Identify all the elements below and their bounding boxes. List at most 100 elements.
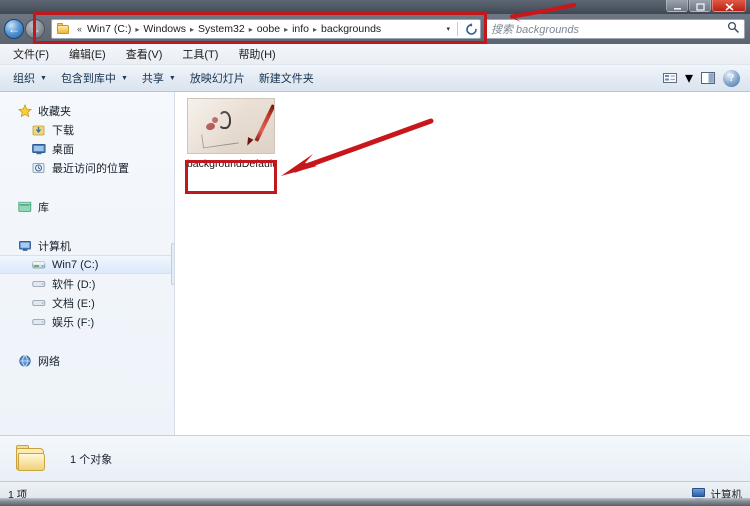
share-button[interactable]: 共享 ▼ bbox=[135, 67, 183, 89]
folder-icon bbox=[56, 22, 72, 36]
search-box[interactable]: 搜索 backgrounds bbox=[485, 19, 745, 39]
image-thumbnail bbox=[187, 98, 275, 154]
back-button[interactable]: ← bbox=[4, 19, 24, 39]
help-label: ? bbox=[728, 72, 735, 84]
desktop-icon bbox=[32, 142, 46, 156]
sidebar-label: 娱乐 (F:) bbox=[52, 316, 95, 329]
change-view-button[interactable]: ▾ bbox=[660, 68, 693, 88]
sidebar-item-drive-f[interactable]: 娱乐 (F:) bbox=[0, 312, 174, 331]
preview-pane-icon bbox=[700, 71, 715, 84]
sidebar-item-downloads[interactable]: 下载 bbox=[0, 120, 174, 139]
refresh-button[interactable] bbox=[462, 22, 480, 36]
drive-icon bbox=[32, 296, 46, 310]
sidebar-item-favorites[interactable]: 收藏夹 bbox=[0, 101, 174, 120]
chevron-right-icon-3[interactable]: ▸ bbox=[284, 25, 288, 34]
organize-button[interactable]: 组织 ▼ bbox=[6, 67, 54, 89]
new-folder-label: 新建文件夹 bbox=[258, 73, 314, 85]
title-bar bbox=[0, 0, 750, 14]
file-list-pane[interactable]: backgroundDefault bbox=[175, 92, 750, 435]
new-folder-button[interactable]: 新建文件夹 bbox=[252, 67, 321, 89]
minimize-button[interactable] bbox=[666, 0, 688, 12]
maximize-button[interactable] bbox=[689, 0, 711, 12]
sidebar-label: 文档 (E:) bbox=[52, 297, 95, 310]
breadcrumb-item-1[interactable]: Windows bbox=[143, 23, 186, 35]
bottom-edge bbox=[0, 498, 750, 506]
include-in-library-button[interactable]: 包含到库中 ▼ bbox=[54, 67, 135, 89]
menu-file[interactable]: 文件(F) bbox=[13, 46, 49, 62]
breadcrumb-item-0[interactable]: Win7 (C:) bbox=[87, 23, 131, 35]
breadcrumb-item-3[interactable]: oobe bbox=[257, 23, 280, 35]
refresh-icon bbox=[465, 22, 477, 35]
breadcrumb-overflow-icon[interactable]: « bbox=[77, 24, 82, 34]
sidebar-label: 下载 bbox=[52, 124, 74, 137]
sidebar-item-computer[interactable]: 计算机 bbox=[0, 236, 174, 255]
drive-icon bbox=[32, 277, 46, 291]
slideshow-button[interactable]: 放映幻灯片 bbox=[183, 67, 252, 89]
view-layout-icon bbox=[660, 69, 682, 88]
recent-places-icon bbox=[32, 161, 46, 175]
window-controls bbox=[666, 0, 746, 12]
forward-arrow-icon: → bbox=[29, 22, 41, 36]
toolbar-right-group: ▾ ? bbox=[660, 68, 744, 88]
sidebar-label: Win7 (C:) bbox=[52, 258, 99, 271]
sidebar-label: 计算机 bbox=[38, 240, 71, 253]
address-bar-row: ← → « Win7 (C:) ▸ Windows ▸ System32 ▸ o… bbox=[0, 14, 750, 44]
organize-label: 组织 bbox=[13, 73, 35, 85]
sidebar-label: 库 bbox=[38, 201, 49, 214]
sidebar-item-network[interactable]: 网络 bbox=[0, 351, 174, 370]
divider bbox=[457, 22, 458, 36]
chevron-right-icon-2[interactable]: ▸ bbox=[249, 25, 253, 34]
file-name-label: backgroundDefault bbox=[186, 158, 276, 170]
toolbar: 组织 ▼ 包含到库中 ▼ 共享 ▼ 放映幻灯片 新建文件夹 ▾ ? bbox=[0, 65, 750, 92]
chevron-right-icon-4[interactable]: ▸ bbox=[313, 25, 317, 34]
breadcrumb: « Win7 (C:) ▸ Windows ▸ System32 ▸ oobe … bbox=[75, 23, 381, 35]
sidebar-item-desktop[interactable]: 桌面 bbox=[0, 139, 174, 158]
sidebar-item-win7-c[interactable]: Win7 (C:) bbox=[0, 255, 174, 274]
sidebar-label: 最近访问的位置 bbox=[52, 162, 129, 175]
drive-icon bbox=[32, 315, 46, 329]
share-label: 共享 bbox=[141, 73, 164, 85]
menu-tools[interactable]: 工具(T) bbox=[182, 46, 218, 62]
address-breadcrumb-bar[interactable]: « Win7 (C:) ▸ Windows ▸ System32 ▸ oobe … bbox=[51, 19, 481, 39]
search-icon bbox=[727, 20, 739, 38]
chevron-down-icon: ▾ bbox=[684, 70, 693, 87]
menu-edit[interactable]: 编辑(E) bbox=[69, 46, 106, 62]
chevron-down-icon: ▾ bbox=[446, 26, 450, 33]
nav-group-computer: 计算机 Win7 (C:) 软件 (D:) 文档 (E:) 娱乐 (F:) bbox=[0, 236, 174, 331]
computer-icon bbox=[18, 239, 32, 253]
star-icon bbox=[18, 103, 32, 118]
close-button[interactable] bbox=[712, 0, 746, 12]
window-body: 收藏夹 下载 桌面 最近访问的位置 库 计算机 Win7 (C:) 软件 (D:… bbox=[0, 92, 750, 435]
sidebar-item-recent-places[interactable]: 最近访问的位置 bbox=[0, 158, 174, 177]
sidebar-label: 收藏夹 bbox=[38, 105, 71, 118]
forward-button[interactable]: → bbox=[25, 19, 45, 39]
hard-drive-icon bbox=[32, 258, 46, 272]
explorer-window: ← → « Win7 (C:) ▸ Windows ▸ System32 ▸ o… bbox=[0, 0, 750, 506]
sidebar-item-libraries[interactable]: 库 bbox=[0, 197, 174, 216]
file-item-backgroundDefault[interactable]: backgroundDefault bbox=[185, 98, 277, 194]
library-icon bbox=[18, 200, 32, 214]
slideshow-label: 放映幻灯片 bbox=[189, 73, 245, 85]
search-input[interactable]: 搜索 backgrounds bbox=[491, 21, 727, 37]
menu-view[interactable]: 查看(V) bbox=[126, 46, 163, 62]
sidebar-label: 软件 (D:) bbox=[52, 278, 96, 291]
chevron-down-icon: ▼ bbox=[168, 74, 176, 82]
sidebar-label: 网络 bbox=[38, 355, 60, 368]
breadcrumb-item-4[interactable]: info bbox=[292, 23, 309, 35]
sidebar-label: 桌面 bbox=[52, 143, 74, 156]
chevron-down-icon: ▼ bbox=[40, 74, 47, 82]
sidebar-item-drive-d[interactable]: 软件 (D:) bbox=[0, 274, 174, 293]
sidebar-item-drive-e[interactable]: 文档 (E:) bbox=[0, 293, 174, 312]
breadcrumb-item-5[interactable]: backgrounds bbox=[321, 23, 381, 35]
preview-pane-button[interactable] bbox=[697, 69, 719, 88]
address-history-dropdown[interactable]: ▾ bbox=[443, 20, 453, 38]
breadcrumb-item-2[interactable]: System32 bbox=[198, 23, 245, 35]
back-arrow-icon: ← bbox=[8, 22, 20, 36]
menu-help[interactable]: 帮助(H) bbox=[238, 46, 275, 62]
chevron-right-icon-0[interactable]: ▸ bbox=[135, 25, 139, 34]
chevron-right-icon-1[interactable]: ▸ bbox=[190, 25, 194, 34]
help-button[interactable]: ? bbox=[723, 69, 740, 87]
